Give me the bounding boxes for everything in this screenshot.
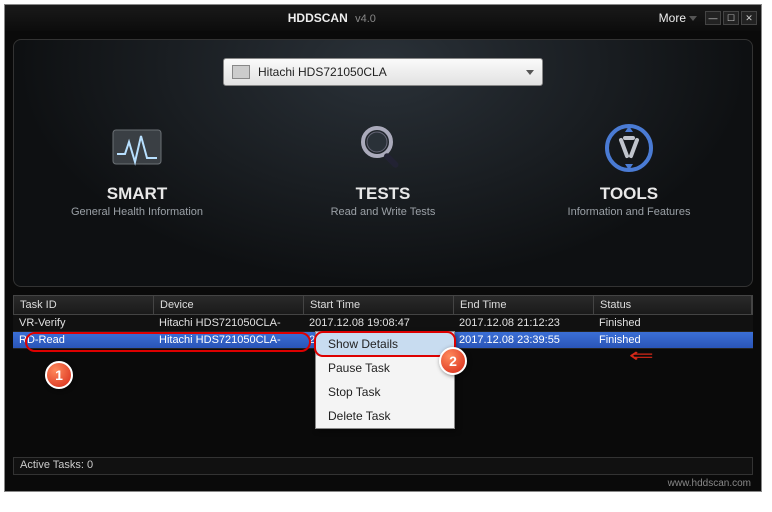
active-tasks-label: Active Tasks: 0 xyxy=(20,459,93,471)
tools-icon xyxy=(599,118,659,178)
context-menu: Show Details Pause Task Stop Task Delete… xyxy=(315,331,455,429)
cell-end: 2017.12.08 23:39:55 xyxy=(453,333,593,347)
menu-show-details[interactable]: Show Details xyxy=(316,332,454,356)
category-smart[interactable]: SMART General Health Information xyxy=(37,118,237,218)
footer: www.hddscan.com xyxy=(5,476,761,491)
category-title: SMART xyxy=(107,184,167,204)
main-panel: Hitachi HDS721050CLA SMART General Healt… xyxy=(13,39,753,287)
drive-name: Hitachi HDS721050CLA xyxy=(258,65,526,79)
cell-start: 2017.12.08 19:08:47 xyxy=(303,316,453,330)
table-row[interactable]: VR-Verify Hitachi HDS721050CLA- 2017.12.… xyxy=(13,315,753,332)
category-tools[interactable]: TOOLS Information and Features xyxy=(529,118,729,218)
cell-status: Finished xyxy=(593,333,753,347)
close-button[interactable]: ✕ xyxy=(741,11,757,25)
col-start-time[interactable]: Start Time xyxy=(304,296,454,314)
more-menu[interactable]: More xyxy=(659,11,697,25)
category-subtitle: General Health Information xyxy=(71,206,203,218)
drive-selector[interactable]: Hitachi HDS721050CLA xyxy=(223,58,543,86)
category-tests[interactable]: TESTS Read and Write Tests xyxy=(283,118,483,218)
titlebar: HDDSCAN v4.0 More — ☐ ✕ xyxy=(5,5,761,31)
cell-end: 2017.12.08 21:12:23 xyxy=(453,316,593,330)
footer-link[interactable]: www.hddscan.com xyxy=(668,478,751,489)
cell-status: Finished xyxy=(593,316,753,330)
menu-pause-task[interactable]: Pause Task xyxy=(316,356,454,380)
col-status[interactable]: Status xyxy=(594,296,752,314)
cell-task: VR-Verify xyxy=(13,316,153,330)
smart-icon xyxy=(107,118,167,178)
cell-device: Hitachi HDS721050CLA- xyxy=(153,316,303,330)
category-title: TESTS xyxy=(356,184,411,204)
chevron-down-icon xyxy=(689,16,697,21)
menu-delete-task[interactable]: Delete Task xyxy=(316,404,454,428)
category-subtitle: Information and Features xyxy=(568,206,691,218)
drive-icon xyxy=(232,65,250,79)
more-label: More xyxy=(659,11,686,25)
col-task-id[interactable]: Task ID xyxy=(14,296,154,314)
table-header: Task ID Device Start Time End Time Statu… xyxy=(13,295,753,315)
col-end-time[interactable]: End Time xyxy=(454,296,594,314)
category-title: TOOLS xyxy=(600,184,658,204)
app-title: HDDSCAN xyxy=(288,11,348,25)
annotation-callout-1: 1 xyxy=(45,361,73,389)
tests-icon xyxy=(353,118,413,178)
cell-task: RD-Read xyxy=(13,333,153,347)
cell-device: Hitachi HDS721050CLA- xyxy=(153,333,303,347)
app-version: v4.0 xyxy=(355,13,376,25)
menu-stop-task[interactable]: Stop Task xyxy=(316,380,454,404)
status-bar: Active Tasks: 0 xyxy=(13,457,753,475)
col-device[interactable]: Device xyxy=(154,296,304,314)
annotation-callout-2: 2 xyxy=(439,347,467,375)
maximize-button[interactable]: ☐ xyxy=(723,11,739,25)
chevron-down-icon xyxy=(526,70,534,75)
minimize-button[interactable]: — xyxy=(705,11,721,25)
category-subtitle: Read and Write Tests xyxy=(331,206,436,218)
